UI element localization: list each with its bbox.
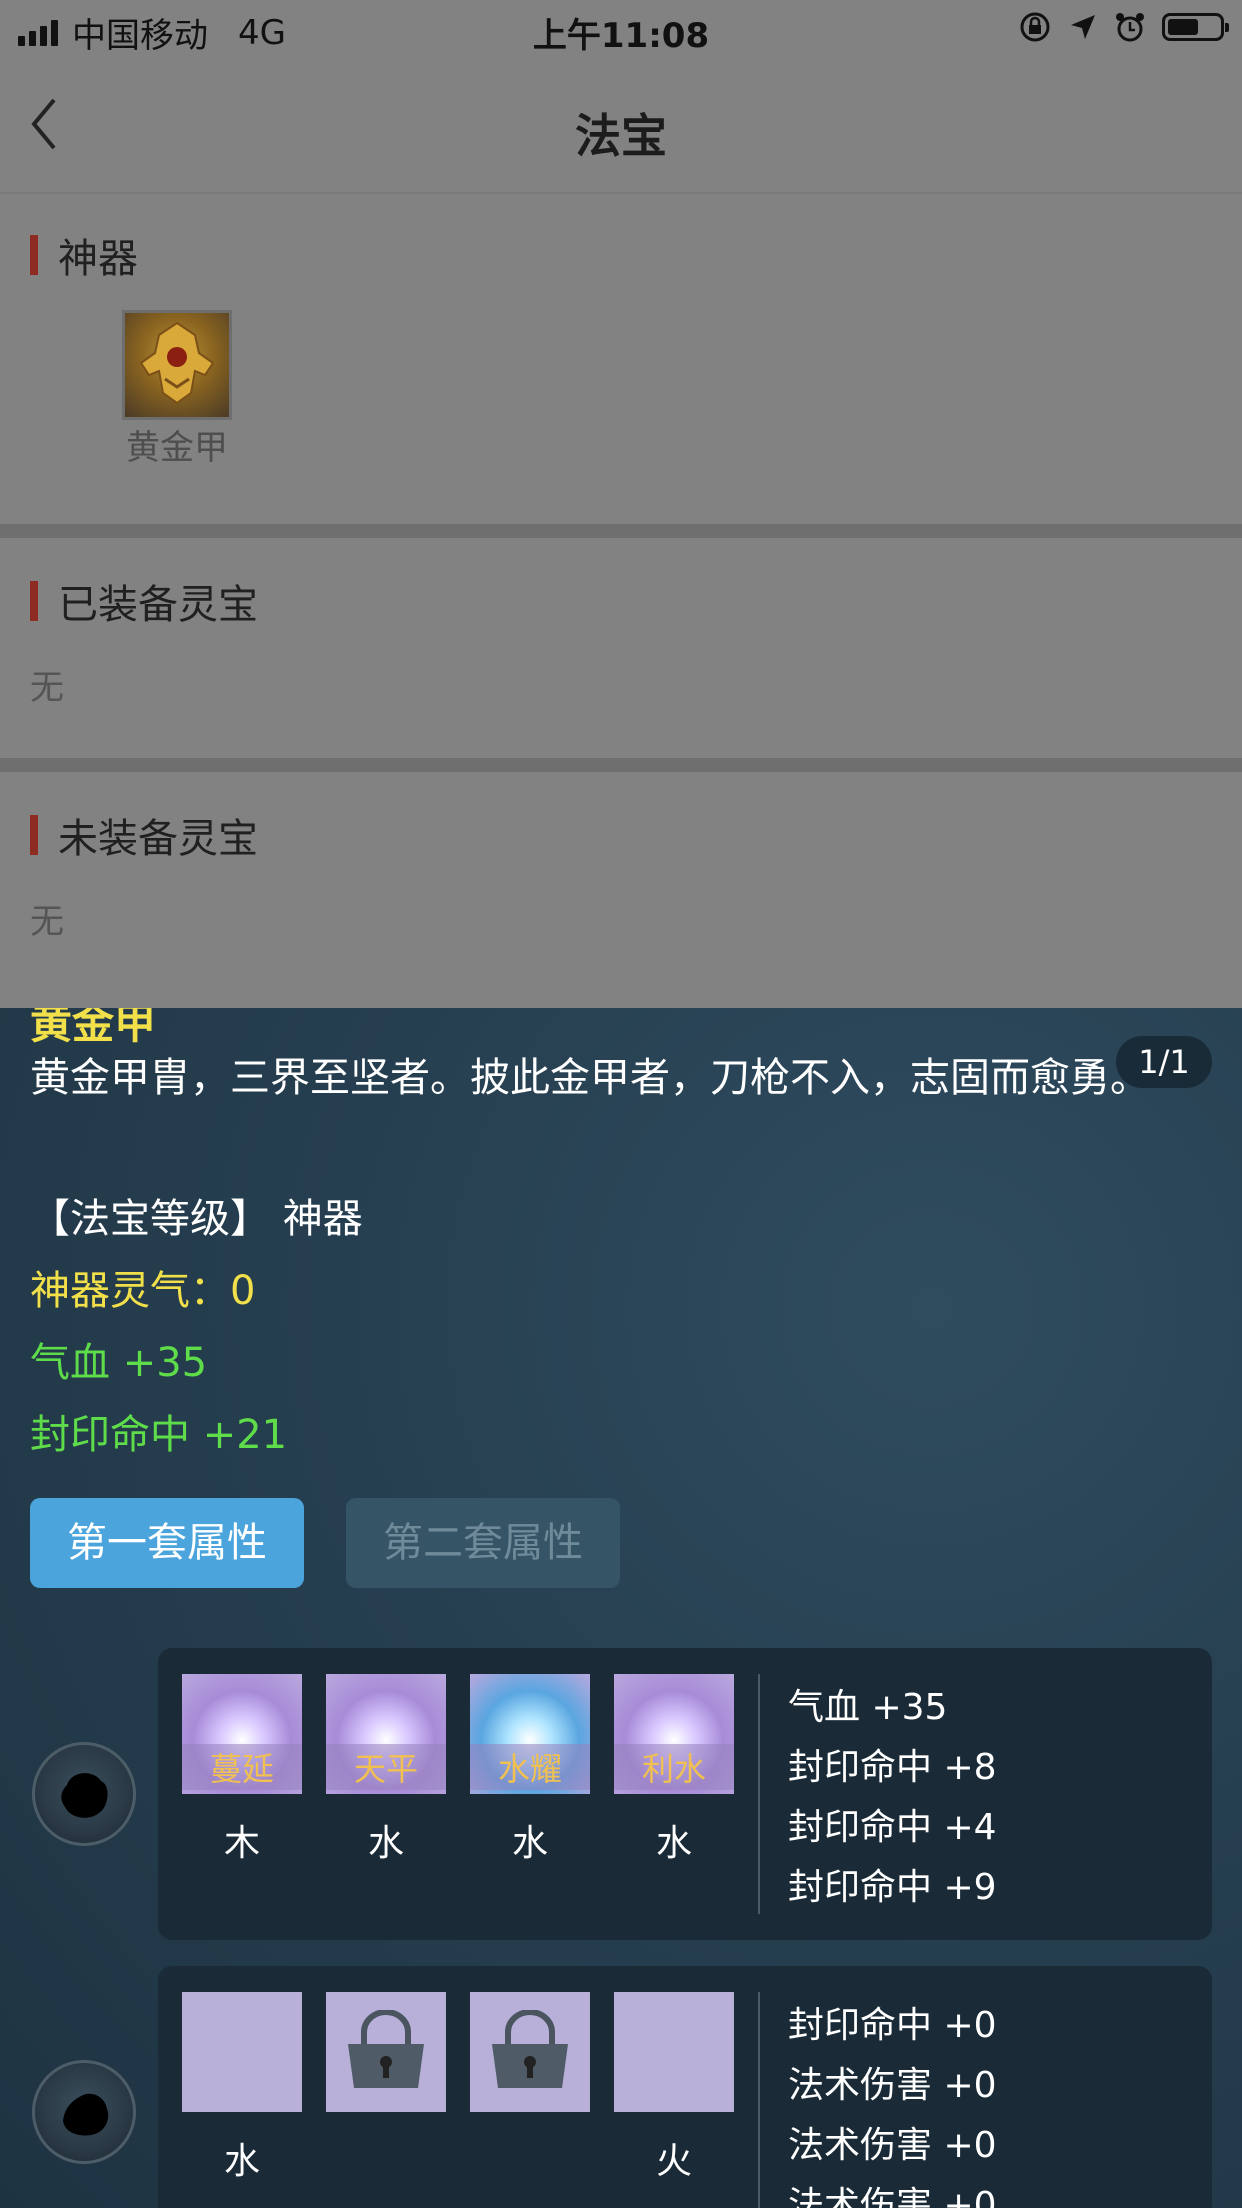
stone-stat: 封印命中 +9 — [788, 1867, 997, 1908]
element-label: 火 — [655, 2141, 692, 2182]
stone-stat: 封印命中 +0 — [788, 2005, 997, 2046]
orientation-lock-icon — [1020, 12, 1050, 42]
stone-stat: 封印命中 +8 — [788, 1747, 997, 1788]
stone-stat: 封印命中 +4 — [788, 1807, 997, 1848]
section-title-unequipped: 未装备灵宝 — [30, 806, 258, 864]
element-label: 水 — [511, 1823, 548, 1864]
section-title-artifact: 神器 — [30, 226, 138, 284]
status-bar: 中国移动 4G 上午11:08 — [0, 0, 1242, 60]
spirit-stone-slot[interactable]: 利水 — [614, 1674, 734, 1794]
empty-stone-slot[interactable] — [182, 1992, 302, 2112]
spirit-stone-slot[interactable]: 水耀 — [470, 1674, 590, 1794]
empty-stone-slot[interactable] — [614, 1992, 734, 2112]
nav-bar: 法宝 — [0, 60, 1242, 194]
dimmed-background: 中国移动 4G 上午11:08 法宝 神器 黄金甲 已装备灵宝 无 未装备灵宝 … — [0, 0, 1242, 1008]
artifact-name: 黄金甲 — [126, 428, 228, 468]
stone-stat: 法术伤害 +0 — [788, 2185, 997, 2208]
element-label: 水 — [367, 1823, 404, 1864]
artifact-level-line: 【法宝等级】 神器 — [30, 1196, 363, 1242]
tab-first-set[interactable]: 第一套属性 — [30, 1498, 304, 1588]
section-title-unequipped-label: 未装备灵宝 — [58, 816, 258, 862]
divider — [0, 758, 1242, 772]
stone-group-card: 水 火 封印命中 +0 法术伤害 +0 法术伤害 +0 法术伤害 +0 — [158, 1966, 1212, 2208]
element-label: 水 — [223, 2141, 260, 2182]
spirit-line: 神器灵气：0 — [30, 1268, 256, 1314]
unequipped-empty-text: 无 — [30, 902, 64, 942]
divider — [0, 524, 1242, 538]
stone-group-card: 蔓延 天平 水耀 利水 木 水 水 水 气血 +35 封印命中 +8 封印命中 … — [158, 1648, 1212, 1940]
detail-panel: 黄金甲 黄金甲胄，三界至坚者。披此金甲者，刀枪不入，志固而愈勇。 1/1 【法宝… — [0, 1008, 1242, 2208]
page-title: 法宝 — [575, 109, 667, 163]
element-label: 水 — [655, 1823, 692, 1864]
artifact-thumbnail[interactable] — [122, 310, 232, 420]
battery-icon — [1162, 13, 1229, 41]
section-title-artifact-label: 神器 — [58, 236, 138, 282]
lock-icon[interactable] — [470, 1992, 590, 2112]
pager-badge: 1/1 — [1116, 1036, 1212, 1088]
stone-name: 蔓延 — [182, 1744, 302, 1790]
silhouette-icon — [32, 1742, 136, 1846]
spirit-stone-slot[interactable]: 天平 — [326, 1674, 446, 1794]
section-title-equipped-label: 已装备灵宝 — [58, 582, 258, 628]
stone-name: 天平 — [326, 1744, 446, 1790]
stone-stat: 气血 +35 — [788, 1687, 948, 1728]
location-icon — [1071, 15, 1095, 39]
spirit-stone-slot[interactable]: 蔓延 — [182, 1674, 302, 1794]
silhouette-icon — [32, 2060, 136, 2164]
card-divider — [758, 1992, 760, 2208]
tab-second-set[interactable]: 第二套属性 — [346, 1498, 620, 1588]
attr-line: 气血 +35 — [30, 1340, 208, 1386]
lock-icon[interactable] — [326, 1992, 446, 2112]
stone-name: 利水 — [614, 1744, 734, 1790]
card-divider — [758, 1674, 760, 1914]
attr-line: 封印命中 +21 — [30, 1412, 288, 1458]
detail-description: 黄金甲胄，三界至坚者。披此金甲者，刀枪不入，志固而愈勇。 — [30, 1055, 1150, 1101]
alarm-icon — [1116, 13, 1144, 42]
stone-stat: 法术伤害 +0 — [788, 2125, 997, 2166]
stone-name: 水耀 — [470, 1744, 590, 1790]
equipped-empty-text: 无 — [30, 668, 64, 708]
section-title-equipped: 已装备灵宝 — [30, 572, 258, 630]
element-label: 木 — [223, 1823, 260, 1864]
stone-stat: 法术伤害 +0 — [788, 2065, 997, 2106]
